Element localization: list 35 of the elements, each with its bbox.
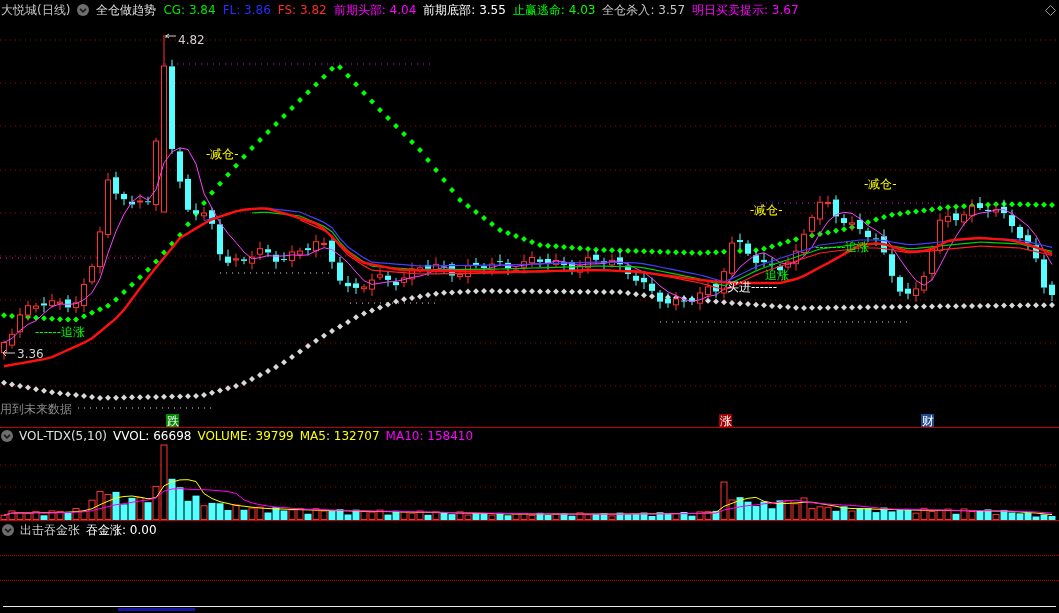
indicator-value: VVOL: 66698 — [113, 430, 192, 442]
indicator-value: 全仓杀入: 3.57 — [602, 4, 685, 16]
indicator-name: 全仓做趋势 — [96, 4, 157, 16]
indicator-value: FS: 3.82 — [277, 4, 327, 16]
price-label: 3.36 — [17, 347, 44, 361]
indicator-value: MA5: 132707 — [299, 430, 380, 442]
indicator-value: 前期头部: 4.04 — [333, 4, 417, 16]
signal-tag: 涨 — [719, 414, 732, 427]
chase-signal-label: ------追涨 — [35, 325, 85, 339]
chevron-circle-icon[interactable] — [2, 524, 14, 536]
scrollbar-thumb[interactable] — [118, 608, 195, 611]
reduce-signal-label: -减仓- — [864, 177, 897, 191]
indicator-value: FL: 3.86 — [222, 4, 271, 16]
indicator-value: MA10: 158410 — [385, 430, 474, 442]
indicator-value: 明日买卖提示: 3.67 — [692, 4, 799, 16]
indicator-value: CG: 3.84 — [163, 4, 216, 16]
indicator-value: 前期底部: 3.55 — [423, 4, 506, 16]
note-label: 用到未来数据 — [0, 402, 72, 416]
indicator-name: VOL-TDX(5,10) — [19, 430, 108, 442]
chevron-circle-icon[interactable] — [1, 430, 13, 442]
diamond-icon[interactable] — [1045, 4, 1056, 16]
chase-signal-label: 追涨 — [765, 268, 789, 282]
leader-arrow — [2, 349, 16, 357]
indicator-value: 吞金涨: 0.00 — [86, 524, 157, 536]
reduce-signal-label: -减仓- — [206, 147, 239, 161]
signal-tag: 财 — [921, 414, 934, 427]
indicator-value: VOLUME: 39799 — [197, 430, 294, 442]
signal-tag: 跌 — [166, 414, 179, 427]
chevron-circle-icon[interactable] — [77, 4, 90, 16]
indicator-name: 出击吞金张 — [20, 524, 80, 536]
price-label: 4.82 — [178, 33, 205, 47]
stock-title: 大悦城(日线) — [1, 4, 71, 16]
leader-arrow — [165, 33, 177, 39]
indicator-value: 止赢逃命: 4.03 — [512, 4, 596, 16]
reduce-signal-label: -减仓- — [750, 203, 783, 217]
